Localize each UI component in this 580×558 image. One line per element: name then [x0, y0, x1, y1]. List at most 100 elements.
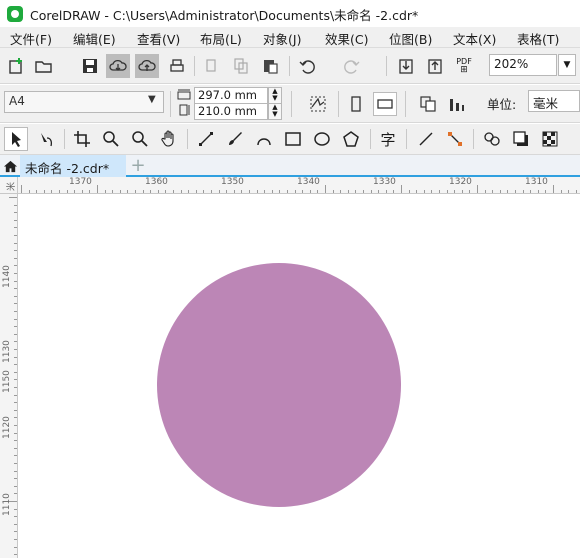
ruler-tick [150, 190, 152, 193]
zoom-tool-icon[interactable] [99, 127, 123, 151]
page-height-input[interactable]: 210.0 mm [194, 103, 268, 120]
ruler-tick [553, 185, 554, 193]
height-spinner[interactable]: ▲ ▼ [268, 103, 282, 120]
ruler-label: 1320 [449, 177, 472, 187]
page-width-input[interactable]: 297.0 mm [194, 87, 268, 104]
redo-icon[interactable] [340, 54, 364, 78]
separator [386, 56, 387, 76]
ruler-tick [51, 190, 53, 193]
ruler-tick [14, 311, 17, 312]
zoom-out-tool-icon[interactable] [128, 127, 152, 151]
add-tab-button[interactable]: + [128, 157, 148, 175]
separator [370, 129, 371, 149]
blend-tool-icon[interactable] [480, 127, 504, 151]
menu-edit[interactable]: 编辑(E) [73, 29, 116, 48]
current-page-icon[interactable] [445, 92, 469, 116]
polygon-tool-icon[interactable] [339, 127, 363, 151]
ruler-tick [157, 190, 159, 193]
ruler-tick [469, 190, 471, 193]
landscape-icon[interactable] [373, 92, 397, 116]
drop-shadow-tool-icon[interactable] [509, 127, 533, 151]
ruler-tick [14, 288, 17, 290]
menu-file[interactable]: 文件(F) [10, 29, 52, 48]
save-icon[interactable] [78, 54, 102, 78]
paste-icon[interactable] [258, 54, 282, 78]
zoom-dropdown-icon[interactable]: ▼ [558, 54, 576, 76]
artistic-media-tool-icon[interactable] [223, 127, 247, 151]
freehand-tool-icon[interactable] [194, 127, 218, 151]
page-size-dropdown-icon[interactable]: ▼ [148, 94, 156, 105]
ruler-tick [423, 190, 425, 193]
ruler-tick [355, 190, 357, 193]
ruler-tick [507, 190, 509, 193]
vertical-ruler[interactable]: 1150 1140 1130 1120 1110 [0, 177, 18, 558]
ruler-origin[interactable]: 米 [0, 177, 18, 194]
pan-tool-icon[interactable] [157, 127, 181, 151]
menu-text[interactable]: 文本(X) [453, 29, 496, 48]
separator [405, 91, 406, 117]
transform-icon[interactable] [306, 92, 330, 116]
all-pages-icon[interactable] [416, 92, 440, 116]
ruler-tick [14, 250, 17, 252]
ruler-tick [560, 190, 562, 193]
shape-tool-icon[interactable] [34, 127, 58, 151]
menu-view[interactable]: 查看(V) [137, 29, 180, 48]
ruler-tick [325, 185, 326, 193]
ruler-tick [378, 190, 380, 193]
ruler-tick [43, 190, 45, 193]
ruler-tick [408, 190, 410, 193]
menu-object[interactable]: 对象(J) [263, 29, 301, 48]
home-icon[interactable] [0, 155, 20, 177]
export-icon[interactable] [423, 54, 447, 78]
width-spinner[interactable]: ▲ ▼ [268, 87, 282, 104]
connector-tool-icon[interactable] [443, 127, 467, 151]
units-label: 单位: [487, 97, 517, 112]
open-folder-icon[interactable] [32, 54, 56, 78]
ruler-tick [14, 546, 17, 548]
ruler-tick [279, 190, 281, 193]
ruler-tick [461, 190, 463, 193]
copy-icon[interactable] [229, 54, 253, 78]
ruler-tick [446, 190, 448, 193]
undo-icon[interactable] [295, 54, 319, 78]
ruler-tick [173, 190, 174, 193]
portrait-icon[interactable] [344, 92, 368, 116]
coreldraw-logo-icon [7, 6, 23, 22]
dimension-tool-icon[interactable] [414, 127, 438, 151]
crop-tool-icon[interactable] [70, 127, 94, 151]
separator [187, 129, 188, 149]
horizontal-ruler[interactable]: 1370 1360 1350 1340 1330 1320 1310 [18, 177, 580, 194]
ruler-tick [104, 190, 106, 193]
menu-effects[interactable]: 效果(C) [325, 29, 368, 48]
menu-table[interactable]: 表格(T) [517, 29, 559, 48]
units-select[interactable]: 毫米 [528, 90, 580, 112]
zoom-level-input[interactable]: 202% [489, 54, 557, 76]
ruler-tick [14, 432, 17, 434]
print-icon[interactable] [165, 54, 189, 78]
ruler-tick [14, 326, 17, 328]
ruler-tick [14, 387, 17, 388]
menu-bitmaps[interactable]: 位图(B) [389, 29, 432, 48]
menu-layout[interactable]: 布局(L) [200, 29, 242, 48]
publish-pdf-icon[interactable]: PDF ⊞ [452, 54, 476, 78]
pen-tool-icon[interactable] [252, 127, 276, 151]
rectangle-tool-icon[interactable] [281, 127, 305, 151]
new-document-icon[interactable] [4, 54, 28, 78]
ruler-label: 1150 [2, 370, 12, 393]
ruler-tick [14, 493, 17, 495]
import-icon[interactable] [394, 54, 418, 78]
ruler-tick [74, 190, 76, 193]
ruler-tick [431, 190, 433, 193]
cloud-download-icon[interactable] [106, 54, 130, 78]
pick-tool-icon[interactable] [4, 127, 28, 151]
cloud-upload-icon[interactable] [135, 54, 159, 78]
ruler-tick [211, 190, 212, 193]
text-tool-icon[interactable]: 字 [376, 127, 400, 151]
ellipse-shape[interactable] [157, 263, 401, 507]
tab-document[interactable]: 未命名 -2.cdr* [20, 155, 126, 177]
cut-icon[interactable] [200, 54, 224, 78]
ellipse-tool-icon[interactable] [310, 127, 334, 151]
ruler-tick [14, 242, 17, 244]
transparency-tool-icon[interactable] [538, 127, 562, 151]
page-size-select[interactable]: A4 [4, 91, 164, 113]
